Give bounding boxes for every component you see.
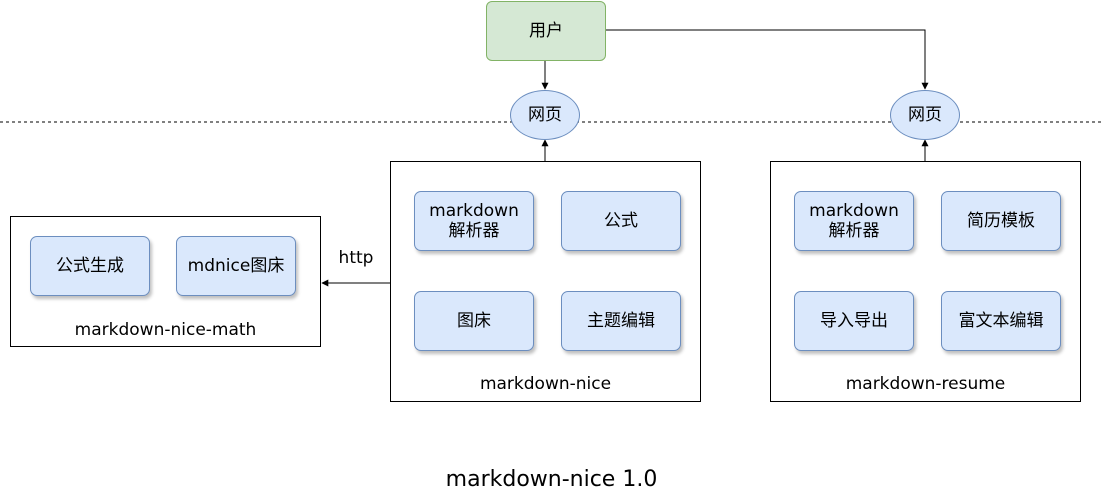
module-formula-generation[interactable]: 公式生成 (30, 236, 150, 296)
module-nice-theme-editor[interactable]: 主题编辑 (561, 291, 681, 351)
module-resume-markdown-parser[interactable]: markdown 解析器 (794, 191, 914, 251)
module-resume-template[interactable]: 简历模板 (941, 191, 1061, 251)
module-nice-formula[interactable]: 公式 (561, 191, 681, 251)
module-nice-markdown-parser[interactable]: markdown 解析器 (414, 191, 534, 251)
container-title-math: markdown-nice-math (74, 320, 257, 340)
user-node[interactable]: 用户 (486, 1, 606, 61)
diagram-caption: markdown-nice 1.0 (445, 467, 658, 492)
web-node-right[interactable]: 网页 (890, 90, 960, 140)
container-title-resume: markdown-resume (845, 374, 1006, 394)
module-nice-image-host[interactable]: 图床 (414, 291, 534, 351)
module-resume-rich-text-editor[interactable]: 富文本编辑 (941, 291, 1061, 351)
web-node-left[interactable]: 网页 (510, 90, 580, 140)
container-title-nice: markdown-nice (479, 374, 612, 394)
http-edge-label: http (338, 248, 374, 268)
module-resume-import-export[interactable]: 导入导出 (794, 291, 914, 351)
module-mdnice-image-host[interactable]: mdnice图床 (176, 236, 296, 296)
edge-user-to-web-right (605, 29, 929, 90)
